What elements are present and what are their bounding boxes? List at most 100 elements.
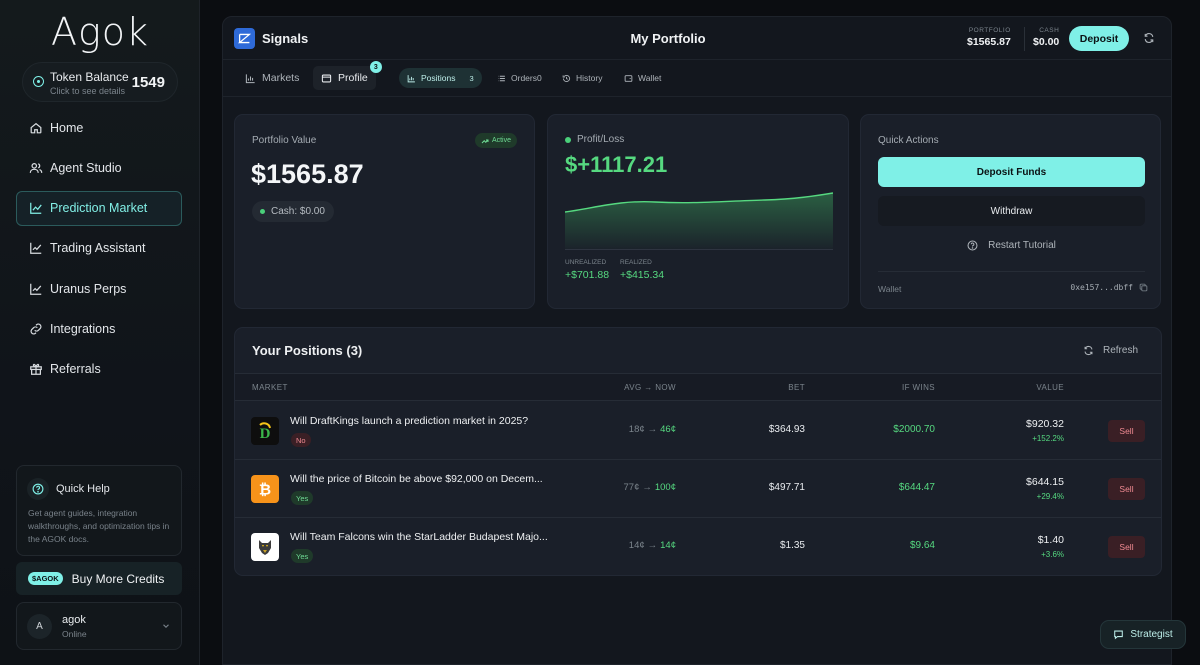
quick-help-card[interactable]: Quick Help Get agent guides, integration… bbox=[16, 465, 182, 556]
trend-icon bbox=[30, 283, 42, 295]
table-row[interactable]: D Will DraftKings launch a prediction ma… bbox=[235, 402, 1161, 460]
sidebar-item-trading-assistant[interactable]: Trading Assistant bbox=[16, 231, 182, 266]
sell-button[interactable]: Sell bbox=[1108, 420, 1145, 442]
cash-stat: CASH $0.00 bbox=[1033, 27, 1059, 48]
positions-count: 3 bbox=[469, 73, 474, 83]
wallet-address[interactable]: 0xe157...dbff bbox=[1070, 283, 1148, 292]
sell-button[interactable]: Sell bbox=[1108, 536, 1145, 558]
column-header-if-wins[interactable]: IF WINS bbox=[902, 383, 935, 392]
portfolio-value-label: Portfolio Value bbox=[252, 135, 317, 146]
realized-label: REALIZED bbox=[620, 259, 652, 266]
profit-loss-value: $+1117.21 bbox=[565, 152, 668, 177]
app-logo[interactable]: Agok bbox=[0, 10, 200, 54]
sidebar-item-label: Integrations bbox=[50, 321, 116, 336]
unrealized-label: UNREALIZED bbox=[565, 259, 607, 266]
sidebar-item-uranus-perps[interactable]: Uranus Perps bbox=[16, 271, 182, 306]
sidebar-item-label: Uranus Perps bbox=[50, 281, 127, 296]
sidebar-item-integrations[interactable]: Integrations bbox=[16, 311, 182, 346]
column-header-bet[interactable]: BET bbox=[788, 383, 805, 392]
chevron-down-icon bbox=[163, 624, 169, 629]
cash-pill-label: Cash: $0.00 bbox=[271, 206, 325, 217]
profit-loss-label: Profit/Loss bbox=[577, 134, 625, 145]
tab-profile[interactable]: Profile 3 bbox=[313, 61, 382, 90]
bet-amount: $1.35 bbox=[779, 540, 805, 551]
sidebar-item-referrals[interactable]: Referrals bbox=[16, 352, 182, 387]
if-wins-amount: $644.47 bbox=[898, 482, 935, 493]
subtab-orders[interactable]: Orders0 bbox=[489, 68, 550, 88]
brand-name[interactable]: Signals bbox=[262, 31, 308, 46]
subtab-label: History bbox=[576, 73, 603, 83]
realized-value: +$415.34 bbox=[620, 269, 665, 281]
subtab-wallet[interactable]: Wallet bbox=[616, 68, 669, 88]
outcome-badge: Yes bbox=[291, 549, 314, 563]
bar-chart-icon bbox=[245, 73, 255, 83]
help-circle-icon bbox=[27, 478, 49, 500]
market-question[interactable]: Will DraftKings launch a prediction mark… bbox=[290, 415, 528, 427]
subtab-positions[interactable]: Positions 3 bbox=[399, 68, 482, 88]
sidebar-item-agent-studio[interactable]: Agent Studio bbox=[16, 150, 182, 185]
wallet-icon bbox=[624, 74, 633, 82]
user-menu[interactable]: A agok Online bbox=[16, 602, 182, 650]
token-balance-value: 1549 bbox=[131, 74, 165, 91]
svg-text:₿: ₿ bbox=[259, 481, 271, 499]
sidebar-item-home[interactable]: Home bbox=[16, 110, 182, 145]
column-header-market[interactable]: MARKET bbox=[252, 383, 288, 392]
deposit-button[interactable]: Deposit bbox=[1069, 26, 1129, 51]
token-balance-card[interactable]: Token Balance Click to see details 1549 bbox=[22, 62, 178, 102]
column-header-avg-now[interactable]: AVG → NOW bbox=[624, 383, 676, 392]
position-value-change: +152.2% bbox=[1032, 434, 1064, 443]
users-icon bbox=[29, 162, 43, 173]
deposit-funds-button[interactable]: Deposit Funds bbox=[878, 157, 1145, 187]
refresh-icon[interactable] bbox=[1143, 32, 1155, 44]
wallet-label: Wallet bbox=[878, 284, 902, 294]
refresh-button[interactable]: Refresh bbox=[1083, 345, 1138, 356]
buy-credits-label: Buy More Credits bbox=[71, 571, 165, 586]
cash-pill: Cash: $0.00 bbox=[252, 201, 334, 222]
portfolio-stat-label: PORTFOLIO bbox=[968, 27, 1011, 34]
profit-loss-card: Profit/Loss $+1117.21 UNREALIZED +$701.8… bbox=[547, 114, 849, 309]
token-balance-subtitle: Click to see details bbox=[50, 86, 126, 96]
market-question[interactable]: Will Team Falcons win the StarLadder Bud… bbox=[290, 531, 548, 543]
draftkings-icon: D bbox=[251, 417, 279, 445]
position-value-change: +3.6% bbox=[1041, 550, 1064, 559]
avg-price: 77¢ bbox=[623, 482, 640, 493]
portfolio-stat: PORTFOLIO $1565.87 bbox=[967, 27, 1011, 48]
subtab-label: Orders0 bbox=[511, 73, 542, 83]
sidebar-item-prediction-market[interactable]: Prediction Market bbox=[16, 190, 182, 226]
column-header-value[interactable]: VALUE bbox=[1036, 383, 1064, 392]
user-name: agok bbox=[62, 614, 86, 626]
avg-now-price: 77¢ → 100¢ bbox=[623, 482, 677, 493]
history-icon bbox=[562, 74, 571, 82]
position-value: $920.32 +152.2% bbox=[1026, 418, 1064, 443]
sidebar: Agok Token Balance Click to see details … bbox=[0, 0, 200, 665]
sparkline-area bbox=[565, 193, 833, 250]
tab-markets[interactable]: Markets bbox=[237, 66, 307, 90]
table-row[interactable]: Will Team Falcons win the StarLadder Bud… bbox=[235, 518, 1161, 576]
position-value-change: +29.4% bbox=[1036, 492, 1064, 501]
sell-button[interactable]: Sell bbox=[1108, 478, 1145, 500]
avg-price: 14¢ bbox=[628, 540, 645, 551]
unrealized-value: +$701.88 bbox=[565, 269, 610, 281]
tab-bar: Markets Profile 3 Positions 3 Orders0 Hi… bbox=[223, 60, 1171, 97]
link-icon bbox=[30, 323, 42, 335]
avg-now-price: 14¢ → 14¢ bbox=[628, 540, 676, 551]
status-dot bbox=[565, 136, 571, 143]
token-balance-title: Token Balance bbox=[50, 70, 129, 84]
sidebar-item-label: Prediction Market bbox=[50, 201, 148, 216]
divider bbox=[878, 271, 1145, 272]
avg-price: 18¢ bbox=[628, 424, 645, 435]
table-row[interactable]: ₿ Will the price of Bitcoin be above $92… bbox=[235, 460, 1161, 518]
wallet-address-text: 0xe157...dbff bbox=[1070, 283, 1133, 292]
copy-icon[interactable] bbox=[1139, 283, 1148, 292]
market-question[interactable]: Will the price of Bitcoin be above $92,0… bbox=[290, 473, 543, 485]
restart-tutorial-button[interactable]: Restart Tutorial bbox=[878, 240, 1145, 251]
subtab-history[interactable]: History bbox=[554, 68, 610, 88]
portfolio-value: $1565.87 bbox=[251, 159, 364, 189]
quick-actions-card: Quick Actions Deposit Funds Withdraw Res… bbox=[860, 114, 1161, 309]
status-badge-label: Active bbox=[491, 137, 511, 144]
buy-credits-button[interactable]: $AGOK Buy More Credits bbox=[16, 562, 182, 595]
bitcoin-icon: ₿ bbox=[251, 475, 279, 503]
position-value: $1.40 +3.6% bbox=[1038, 534, 1064, 559]
withdraw-button[interactable]: Withdraw bbox=[878, 196, 1145, 226]
strategist-chat-button[interactable]: Strategist bbox=[1100, 620, 1186, 649]
